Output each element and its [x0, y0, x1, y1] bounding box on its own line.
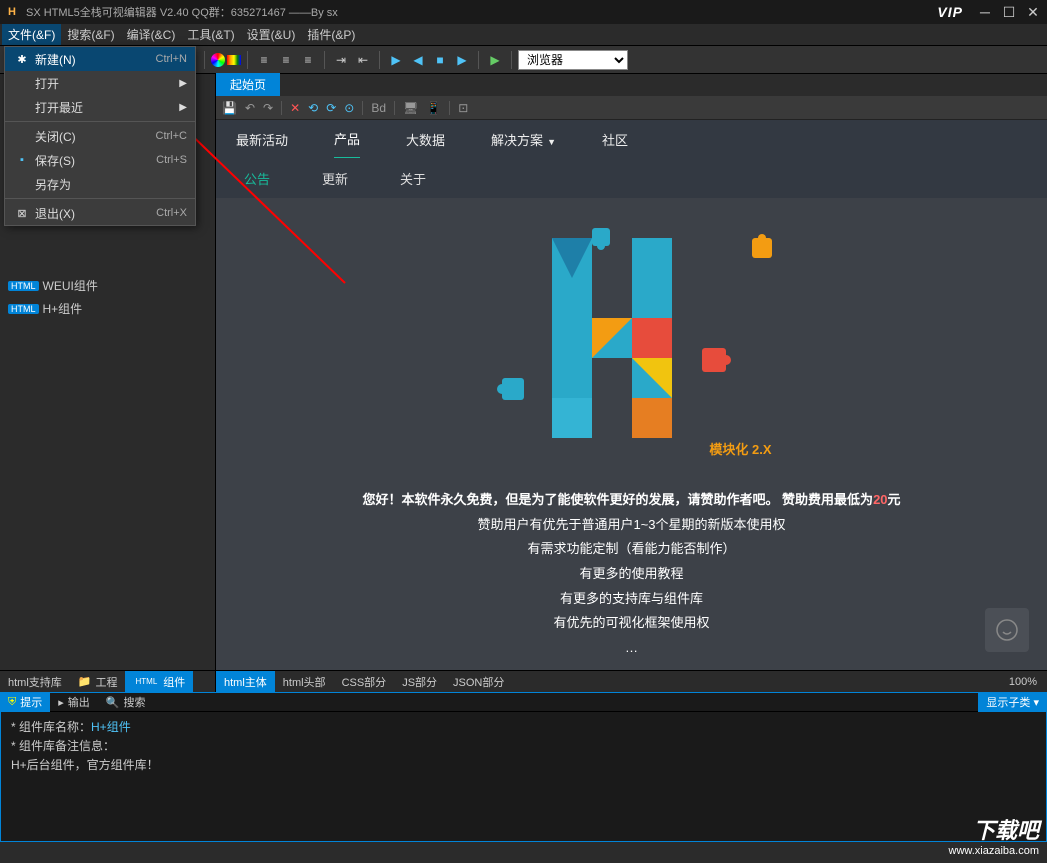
reload-icon[interactable]: ⟳ [326, 101, 336, 115]
page-content: 模块化 2.X 您好！本软件永久免费，但是为了能使软件更好的发展，请赞助作者吧。… [216, 198, 1047, 670]
align-right-icon[interactable]: ≡ [298, 50, 318, 70]
tab-html-lib[interactable]: html支持库 [0, 671, 70, 692]
stop-icon[interactable]: ■ [430, 50, 450, 70]
submenu-icon: ▶ [179, 78, 187, 89]
message-block: 您好！本软件永久免费，但是为了能使软件更好的发展，请赞助作者吧。 赞助费用最低为… [362, 488, 900, 670]
tab-output[interactable]: ▸输出 [50, 692, 98, 712]
rainbow-icon[interactable] [227, 55, 241, 65]
minimize-button[interactable]: ─ [975, 3, 995, 21]
run-icon[interactable]: ▶ [485, 50, 505, 70]
tab-js[interactable]: JS部分 [394, 671, 445, 693]
html-badge-icon: HTML [8, 304, 39, 314]
menu-separator [5, 198, 195, 199]
tab-hints[interactable]: ⛨提示 [0, 692, 50, 712]
submenu-icon: ▶ [179, 102, 187, 113]
save-icon[interactable]: 💾 [222, 101, 237, 115]
maximize-button[interactable]: ☐ [999, 3, 1019, 21]
zoom-level: 100% [1009, 676, 1047, 688]
menubar: 文件(&F) 搜索(&F) 编译(&C) 工具(&T) 设置(&U) 插件(&P… [0, 24, 1047, 46]
menu-save-as[interactable]: 另存为 [5, 172, 195, 196]
nav-latest[interactable]: 最新活动 [236, 121, 288, 158]
show-subclass-button[interactable]: 显示子类 ▾ [978, 692, 1047, 712]
new-icon: ✱ [13, 53, 31, 66]
prev-icon[interactable]: ◀ [408, 50, 428, 70]
tab-json[interactable]: JSON部分 [445, 671, 512, 693]
nav-notice[interactable]: 公告 [244, 169, 270, 188]
menu-settings[interactable]: 设置(&U) [241, 24, 302, 45]
exit-icon: ⊠ [13, 207, 31, 220]
menu-save[interactable]: ▪ 保存(S) Ctrl+S [5, 148, 195, 172]
menu-close[interactable]: 关闭(C) Ctrl+C [5, 124, 195, 148]
play-icon[interactable]: ▶ [386, 50, 406, 70]
desktop-icon[interactable]: 🖥 [403, 101, 418, 115]
menu-search[interactable]: 搜索(&F) [61, 24, 120, 45]
window-title: SX HTML5全栈可视编辑器 V2.40 QQ群：635271467 ——By… [26, 4, 937, 20]
tabstrip: 起始页 [216, 74, 1047, 96]
nav-secondary: 公告 更新 关于 [216, 158, 1047, 198]
file-dropdown: ✱ 新建(N) Ctrl+N 打开 ▶ 打开最近 ▶ 关闭(C) Ctrl+C … [4, 46, 196, 226]
nav-solution[interactable]: 解决方案▼ [491, 121, 556, 158]
console-tabs: ⛨提示 ▸输出 🔍搜索 显示子类 ▾ [0, 692, 1047, 712]
menu-exit[interactable]: ⊠ 退出(X) Ctrl+X [5, 201, 195, 225]
app-logo-icon: H [4, 4, 20, 20]
nav-community[interactable]: 社区 [602, 121, 628, 158]
tab-search[interactable]: 🔍搜索 [98, 692, 154, 712]
align-center-icon[interactable]: ≡ [276, 50, 296, 70]
undo-icon[interactable]: ↶ [245, 101, 255, 115]
mobile-icon[interactable]: 📱 [426, 101, 441, 115]
search-icon: 🔍 [106, 696, 120, 709]
outdent-icon[interactable]: ⇤ [353, 50, 373, 70]
color-picker-icon[interactable] [211, 53, 225, 67]
menu-separator [5, 121, 195, 122]
nav-primary: 最新活动 产品 大数据 解决方案▼ 社区 [216, 120, 1047, 158]
tab-startpage[interactable]: 起始页 [216, 73, 280, 96]
nav-product[interactable]: 产品 [334, 120, 360, 159]
menu-compile[interactable]: 编译(&C) [121, 24, 182, 45]
align-left-icon[interactable]: ≡ [254, 50, 274, 70]
close-button[interactable]: ✕ [1023, 3, 1043, 21]
tab-components[interactable]: HTML组件 [125, 671, 193, 692]
menu-file[interactable]: 文件(&F) [2, 24, 61, 45]
menu-open[interactable]: 打开 ▶ [5, 71, 195, 95]
next-icon[interactable]: ▶ [452, 50, 472, 70]
sidebar-item-hplus[interactable]: HTML H+组件 [0, 297, 215, 320]
delete-icon[interactable]: ✕ [290, 101, 300, 115]
save-icon: ▪ [13, 154, 31, 166]
browser-select[interactable]: 浏览器 [518, 50, 628, 70]
redo-icon[interactable]: ↷ [263, 101, 273, 115]
titlebar: H SX HTML5全栈可视编辑器 V2.40 QQ群：635271467 ——… [0, 0, 1047, 24]
indent-icon[interactable]: ⇥ [331, 50, 351, 70]
bd-icon[interactable]: Bd [371, 101, 386, 115]
bottom-tabs: html支持库 📁工程 HTML组件 html主体 html头部 CSS部分 J… [0, 670, 1047, 692]
chat-button[interactable] [985, 608, 1029, 652]
shield-icon: ⛨ [8, 696, 16, 709]
refresh-icon[interactable]: ⟲ [308, 101, 318, 115]
menu-plugins[interactable]: 插件(&P) [301, 24, 361, 45]
nav-bigdata[interactable]: 大数据 [406, 121, 445, 158]
output-icon: ▸ [58, 696, 64, 709]
sync-icon[interactable]: ⊙ [344, 101, 354, 115]
html-badge-icon: HTML [8, 281, 39, 291]
console-output: * 组件库名称：H+组件 * 组件库备注信息： H+后台组件，官方组件库！ [0, 712, 1047, 842]
window-icon[interactable]: ⊡ [458, 101, 468, 115]
tab-html-head[interactable]: html头部 [275, 671, 334, 693]
nav-about[interactable]: 关于 [400, 169, 426, 188]
tab-html-body[interactable]: html主体 [216, 671, 275, 693]
vip-badge: VIP [937, 4, 963, 20]
sidebar-item-weui[interactable]: HTML WEUI组件 [0, 274, 215, 297]
menu-new[interactable]: ✱ 新建(N) Ctrl+N [5, 47, 195, 71]
menu-open-recent[interactable]: 打开最近 ▶ [5, 95, 195, 119]
tab-project[interactable]: 📁工程 [70, 671, 126, 692]
chevron-down-icon: ▼ [547, 137, 556, 147]
logo-tagline: 模块化 2.X [709, 439, 771, 458]
sub-toolbar: 💾 ↶ ↷ ✕ ⟲ ⟳ ⊙ Bd 🖥 📱 ⊡ [216, 96, 1047, 120]
tab-css[interactable]: CSS部分 [334, 671, 395, 693]
h-logo: 模块化 2.X [452, 228, 812, 458]
nav-update[interactable]: 更新 [322, 169, 348, 188]
menu-tools[interactable]: 工具(&T) [181, 24, 240, 45]
